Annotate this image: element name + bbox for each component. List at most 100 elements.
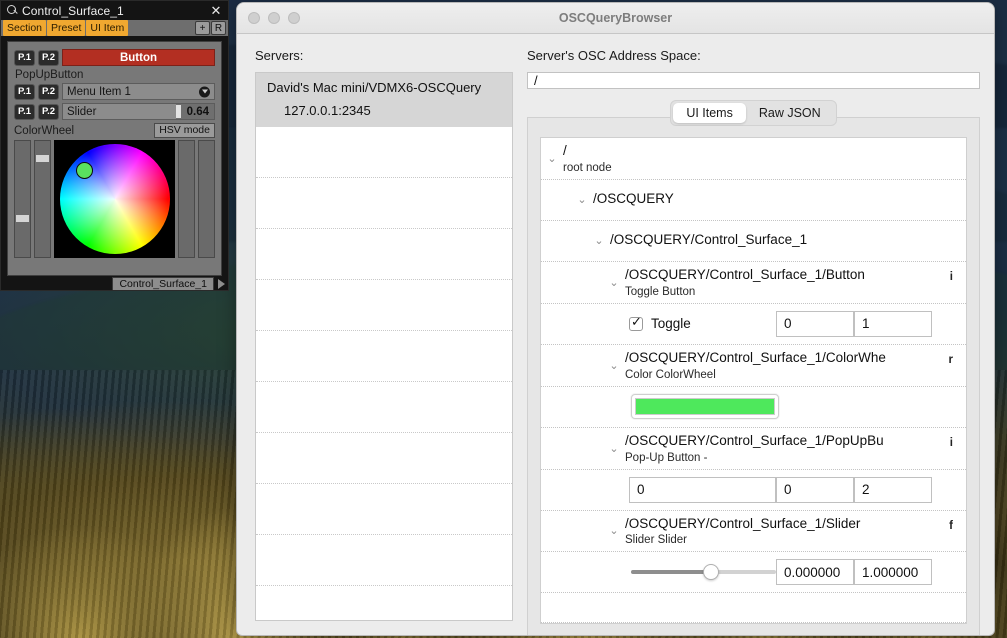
slider-knob[interactable]	[176, 105, 182, 118]
colorwheel-label: ColorWheel	[14, 124, 75, 137]
horizontal-slider[interactable]: Slider 0.64	[62, 103, 215, 120]
page2-button[interactable]: P.2	[38, 83, 59, 100]
osc-address-tree[interactable]: ⌄ / root node ⌄ /OSCQUERY ⌄ /OSCQUERY/Co…	[540, 137, 967, 625]
tab-ui-item[interactable]: UI Item	[86, 20, 129, 36]
chevron-down-icon[interactable]: ⌄	[541, 152, 563, 165]
resize-grip-icon[interactable]	[214, 277, 228, 290]
slider-row: P.1 P.2 Slider 0.64	[14, 103, 215, 120]
min-value-field[interactable]: 0	[776, 476, 854, 503]
chevron-down-icon[interactable]: ⌄	[603, 442, 625, 455]
chevron-down-icon[interactable]: ⌄	[603, 276, 625, 289]
slider-knob[interactable]	[702, 564, 719, 581]
saturation-knob[interactable]	[36, 155, 49, 162]
tab-raw-json[interactable]: Raw JSON	[746, 103, 834, 123]
min-value-field[interactable]: 0.000000	[776, 559, 854, 586]
hsv-mode-badge[interactable]: HSV mode	[154, 123, 215, 138]
toggle-button[interactable]: Button	[62, 49, 215, 66]
colorwheel-area: 0.38 Hue 0.88 Saturation 1.00 Value 1.00	[14, 140, 215, 258]
address-space-input[interactable]: /	[527, 72, 980, 89]
tree-row[interactable]: ⌄ /OSCQUERY/Control_Surface_1	[541, 221, 966, 262]
view-mode-tabs[interactable]: UI Items Raw JSON	[670, 100, 837, 126]
server-list-empty-row	[256, 484, 512, 535]
page1-button[interactable]: P.1	[14, 83, 35, 100]
slider-track-remaining	[710, 570, 776, 575]
tree-value-row[interactable]	[541, 387, 966, 428]
search-icon[interactable]	[7, 5, 18, 16]
server-list[interactable]: David's Mac mini/VDMX6-OSCQuery 127.0.0.…	[255, 72, 513, 621]
color-wheel[interactable]	[59, 144, 170, 254]
tree-node-path: /OSCQUERY/Control_Surface_1	[610, 232, 808, 248]
alpha-slider[interactable]: 1.00 Alpha	[198, 140, 215, 258]
tree-node-path: /OSCQUERY/Control_Surface_1/PopUpBu	[625, 432, 884, 448]
toolbar-blank-slot	[129, 20, 152, 36]
chevron-down-icon[interactable]: ⌄	[603, 359, 625, 372]
current-value-field[interactable]: 0	[629, 476, 776, 503]
control-surface-titlebar[interactable]: Control_Surface_1 ✕	[1, 1, 228, 20]
tree-node-path: /OSCQUERY	[593, 191, 674, 207]
control-surface-tabbar[interactable]: Control_Surface_1	[1, 277, 228, 290]
color-swatch-control[interactable]	[631, 394, 779, 420]
max-value-field[interactable]: 2	[854, 476, 932, 503]
tree-value-row[interactable]: Toggle 0 1	[541, 304, 966, 345]
page1-button[interactable]: P.1	[14, 49, 35, 66]
value-slider[interactable]	[631, 562, 776, 582]
tree-row[interactable]: ⌄ /OSCQUERY/Control_Surface_1/ColorWhe C…	[541, 345, 966, 387]
tree-row[interactable]: ⌄ /OSCQUERY/Control_Surface_1/Button Tog…	[541, 262, 966, 304]
tree-node-type: r	[948, 353, 953, 366]
color-swatch[interactable]	[635, 398, 775, 416]
toggle-label: Toggle	[651, 316, 691, 332]
slider-value: 0.64	[186, 105, 209, 118]
tree-row[interactable]: ⌄ /OSCQUERY/Control_Surface_1/PopUpBu Po…	[541, 428, 966, 470]
max-value-field[interactable]: 1	[854, 310, 932, 337]
checkbox-icon[interactable]	[629, 315, 643, 331]
server-list-empty-row	[256, 280, 512, 331]
saturation-slider[interactable]: 0.88 Saturation	[34, 140, 51, 258]
oscquerybrowser-titlebar[interactable]: OSCQueryBrowser	[237, 3, 994, 34]
color-wheel-canvas[interactable]	[54, 140, 175, 258]
page2-button[interactable]: P.2	[38, 49, 59, 66]
tree-frame: ⌄ / root node ⌄ /OSCQUERY ⌄ /OSCQUERY/Co…	[527, 117, 980, 635]
server-list-empty-row	[256, 331, 512, 382]
toggle-control[interactable]: Toggle	[629, 315, 776, 332]
server-list-item-selected[interactable]: David's Mac mini/VDMX6-OSCQuery 127.0.0.…	[256, 73, 512, 127]
value-slider[interactable]: 1.00 Value	[178, 140, 195, 258]
close-icon[interactable]: ✕	[210, 4, 222, 17]
chevron-down-icon[interactable]: ⌄	[571, 193, 593, 206]
chevron-down-icon[interactable]	[199, 86, 210, 97]
server-list-empty-row	[256, 229, 512, 280]
document-tab[interactable]: Control_Surface_1	[112, 277, 214, 290]
control-surface-toolbar[interactable]: Section Preset UI Item + R	[1, 20, 228, 36]
server-list-empty-row	[256, 127, 512, 178]
servers-label: Servers:	[255, 48, 304, 63]
page2-button[interactable]: P.2	[38, 103, 59, 120]
add-button[interactable]: +	[195, 21, 210, 35]
server-list-empty-row	[256, 535, 512, 586]
page1-button[interactable]: P.1	[14, 103, 35, 120]
color-wheel-selector[interactable]	[75, 162, 93, 179]
tree-value-row[interactable]: 0 0 2	[541, 470, 966, 511]
server-list-empty-row	[256, 178, 512, 229]
tab-section[interactable]: Section	[3, 20, 47, 36]
chevron-down-icon[interactable]: ⌄	[588, 234, 610, 247]
tree-row[interactable]: ⌄ /OSCQUERY	[541, 180, 966, 221]
record-button[interactable]: R	[211, 21, 226, 35]
tree-node-path: /OSCQUERY/Control_Surface_1/Slider	[625, 515, 861, 531]
tab-preset[interactable]: Preset	[47, 20, 86, 36]
tree-node-type: i	[949, 436, 953, 449]
tab-ui-items[interactable]: UI Items	[673, 103, 746, 123]
toolbar-blank-slot	[152, 20, 175, 36]
popup-menu[interactable]: Menu Item 1	[62, 83, 215, 100]
window-title: OSCQueryBrowser	[558, 11, 673, 25]
control-surface-body: P.1 P.2 Button PopUpButton P.1 P.2 Menu …	[7, 41, 222, 276]
chevron-down-icon[interactable]: ⌄	[603, 524, 625, 537]
tree-value-row[interactable]: 0.000000 1.000000	[541, 552, 966, 594]
slider-name: Slider	[67, 105, 97, 118]
tree-row[interactable]: ⌄ /OSCQUERY/Control_Surface_1/Slider Sli…	[541, 511, 966, 553]
popup-menu-value: Menu Item 1	[67, 85, 131, 98]
min-value-field[interactable]: 0	[776, 310, 854, 337]
tree-row[interactable]: ⌄ / root node	[541, 138, 966, 180]
server-list-empty-row	[256, 382, 512, 433]
hue-knob[interactable]	[16, 215, 29, 222]
hue-slider[interactable]: 0.38 Hue	[14, 140, 31, 258]
max-value-field[interactable]: 1.000000	[854, 559, 932, 586]
